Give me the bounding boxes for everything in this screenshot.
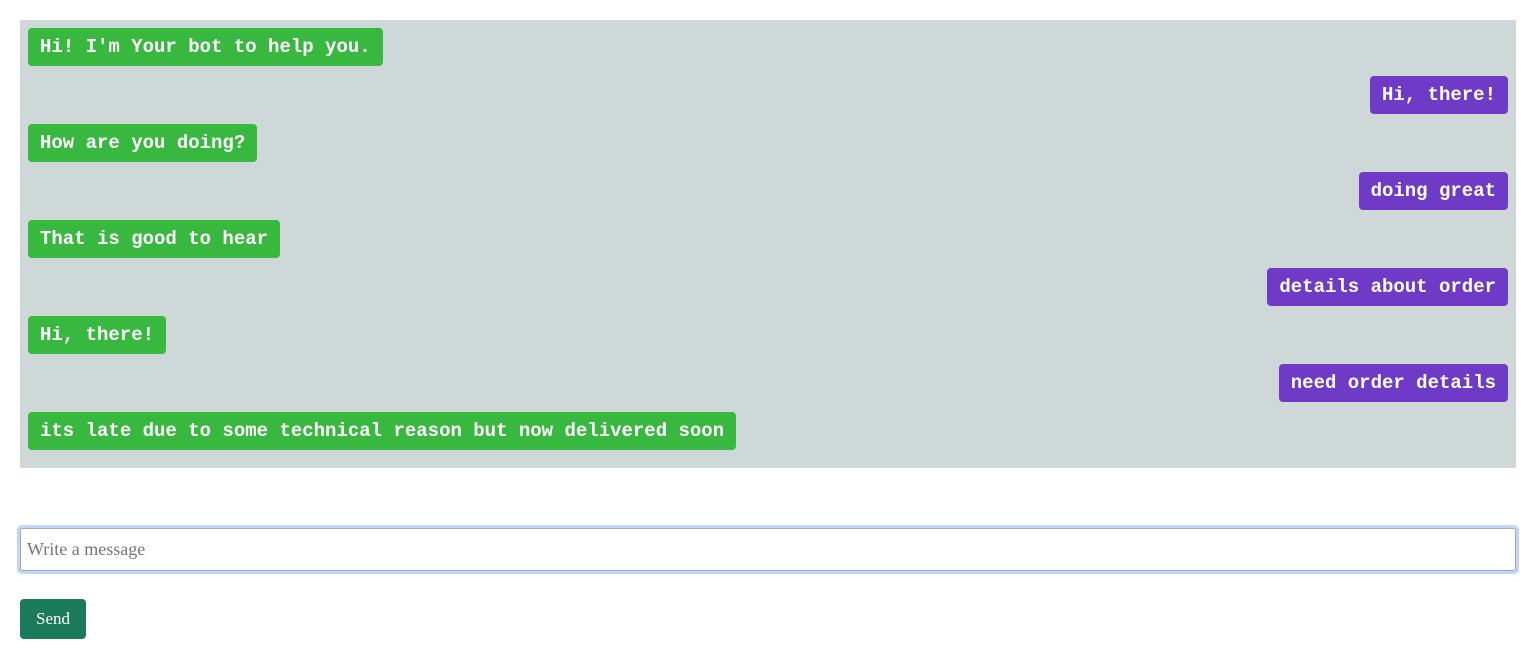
message-text: details about order xyxy=(1267,268,1508,306)
message-text: Hi, there! xyxy=(28,316,166,354)
message-user: details about order xyxy=(28,268,1508,306)
message-bot: How are you doing? xyxy=(28,124,1508,162)
message-text: Hi! I'm Your bot to help you. xyxy=(28,28,383,66)
message-input[interactable] xyxy=(20,528,1516,571)
message-user: Hi, there! xyxy=(28,76,1508,114)
message-text: That is good to hear xyxy=(28,220,280,258)
chat-window: Hi! I'm Your bot to help you. Hi, there!… xyxy=(20,20,1516,468)
message-bot: Hi! I'm Your bot to help you. xyxy=(28,28,1508,66)
message-bot: its late due to some technical reason bu… xyxy=(28,412,1508,450)
message-user: doing great xyxy=(28,172,1508,210)
message-text: doing great xyxy=(1359,172,1508,210)
message-bot: That is good to hear xyxy=(28,220,1508,258)
message-text: How are you doing? xyxy=(28,124,257,162)
message-text: Hi, there! xyxy=(1370,76,1508,114)
send-button[interactable]: Send xyxy=(20,599,86,639)
message-text: its late due to some technical reason bu… xyxy=(28,412,736,450)
message-text: need order details xyxy=(1279,364,1508,402)
message-user: need order details xyxy=(28,364,1508,402)
input-area: Send xyxy=(20,528,1516,639)
message-bot: Hi, there! xyxy=(28,316,1508,354)
